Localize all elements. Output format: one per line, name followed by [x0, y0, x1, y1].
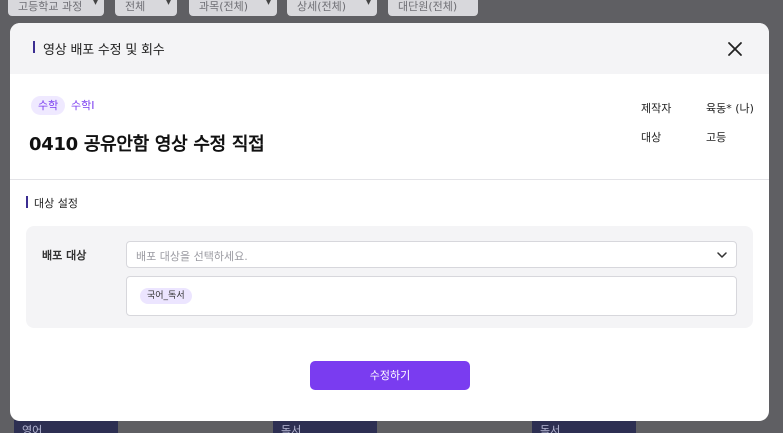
edit-distribution-modal: 영상 배포 수정 및 회수 수학 수학Ⅰ 0410 공유안함 영상 수정 직접 …	[10, 23, 769, 421]
producer-label: 제작자	[641, 102, 672, 115]
title-accent-bar	[33, 41, 35, 53]
chevron-down-icon: ▾	[92, 0, 98, 8]
target-value: 고등	[706, 131, 727, 144]
background-filter-label: 대단원(전체)	[398, 0, 458, 13]
background-filter-bar: 고등학교 과정 ▾ 전체 ▾ 과목(전체) ▾ 상세(전체) ▾ 대단원(전체)	[0, 0, 783, 16]
modal-title: 영상 배포 수정 및 회수	[43, 43, 165, 58]
distribution-target-select[interactable]: 배포 대상을 선택하세요.	[126, 241, 737, 268]
background-filter-all: 전체 ▾	[115, 0, 177, 16]
background-filter-unit: 대단원(전체)	[388, 0, 478, 16]
select-placeholder: 배포 대상을 선택하세요.	[136, 250, 248, 263]
modal-header: 영상 배포 수정 및 회수	[10, 23, 769, 74]
selected-targets-box: 국어_독서	[126, 276, 737, 316]
background-filter-label: 전체	[125, 0, 146, 13]
chevron-down-icon: ▾	[265, 0, 271, 8]
submit-edit-button[interactable]: 수정하기	[310, 361, 470, 390]
background-filter-detail: 상세(전체) ▾	[287, 0, 377, 16]
chevron-down-icon: ▾	[165, 0, 171, 8]
chevron-down-icon: ▾	[365, 0, 371, 8]
section-accent-bar	[26, 196, 28, 208]
background-tile: 영어	[14, 420, 118, 433]
section-title: 대상 설정	[34, 197, 78, 210]
background-tile: 독서	[273, 420, 377, 433]
video-title: 0410 공유안함 영상 수정 직접	[29, 134, 265, 155]
distribution-label: 배포 대상	[42, 249, 87, 262]
producer-value: 육동* (나)	[706, 102, 754, 115]
subject-detail: 수학Ⅰ	[71, 99, 95, 112]
background-tile: 독서	[532, 420, 636, 433]
video-info: 수학 수학Ⅰ 0410 공유안함 영상 수정 직접 제작자 육동* (나) 대상…	[10, 74, 769, 180]
chevron-down-icon	[717, 252, 727, 258]
target-label: 대상	[641, 131, 662, 144]
close-icon	[728, 42, 742, 56]
background-filter-label: 고등학교 과정	[18, 0, 83, 13]
subject-tag: 수학	[31, 96, 66, 115]
background-filter-course: 고등학교 과정 ▾	[8, 0, 104, 16]
distribution-panel: 배포 대상 배포 대상을 선택하세요. 국어_독서	[26, 226, 753, 328]
close-button[interactable]	[726, 40, 744, 58]
background-filter-label: 상세(전체)	[297, 0, 347, 13]
background-filter-subject: 과목(전체) ▾	[189, 0, 277, 16]
target-chip[interactable]: 국어_독서	[140, 288, 192, 304]
background-filter-label: 과목(전체)	[199, 0, 249, 13]
